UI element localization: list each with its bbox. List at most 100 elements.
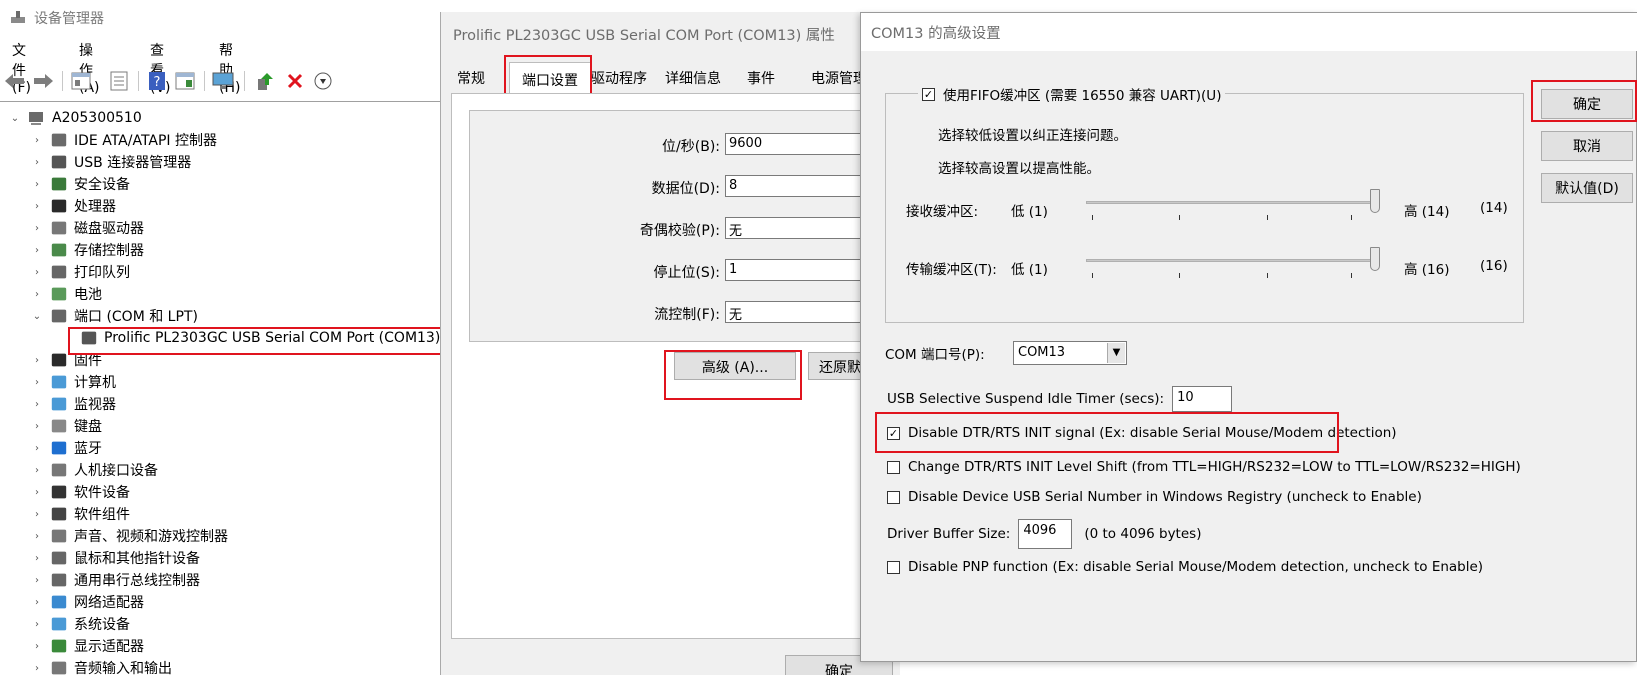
- list-icon[interactable]: [108, 70, 130, 92]
- com-port-select[interactable]: COM13 ▼: [1013, 341, 1127, 365]
- tree-category-item[interactable]: › 监视器: [30, 393, 116, 415]
- tree-category-item[interactable]: › 存储控制器: [30, 239, 144, 261]
- tree-category-item[interactable]: › 声音、视频和游戏控制器: [30, 525, 228, 547]
- option-label: Disable Device USB Serial Number in Wind…: [908, 489, 1422, 505]
- window-title: 设备管理器: [34, 11, 104, 27]
- chevron-right-icon[interactable]: ›: [30, 377, 44, 388]
- tree-category-item[interactable]: › 磁盘驱动器: [30, 217, 144, 239]
- device-category-icon: [51, 529, 67, 543]
- tree-category-item[interactable]: › 软件组件: [30, 503, 130, 525]
- defaults-button[interactable]: 默认值(D): [1541, 173, 1633, 203]
- checkbox[interactable]: [887, 560, 900, 574]
- device-category-icon: [51, 155, 67, 169]
- tree-item-label: 监视器: [74, 397, 116, 413]
- help-icon[interactable]: ?: [146, 70, 168, 92]
- tree-category-item[interactable]: › 电池: [30, 283, 102, 305]
- tree-category-item[interactable]: › 打印队列: [30, 261, 130, 283]
- monitor-icon[interactable]: [212, 70, 234, 92]
- chevron-right-icon[interactable]: ›: [30, 465, 44, 476]
- tree-category-item[interactable]: › IDE ATA/ATAPI 控制器: [30, 129, 217, 151]
- tab-driver[interactable]: 驱动程序: [591, 68, 647, 88]
- option-level-shift[interactable]: Change DTR/RTS INIT Level Shift (from TT…: [887, 459, 1521, 475]
- suspend-timer-input[interactable]: 10: [1172, 386, 1233, 412]
- tree-category-item[interactable]: › 蓝牙: [30, 437, 102, 459]
- tree-category-item[interactable]: › 显示适配器: [30, 635, 144, 657]
- chevron-right-icon[interactable]: ›: [30, 289, 44, 300]
- transmit-buffer-slider[interactable]: [1086, 247, 1390, 278]
- properties-icon[interactable]: [70, 70, 92, 92]
- slider-tick: [1267, 215, 1268, 220]
- receive-buffer-label: 接收缓冲区:: [906, 204, 979, 220]
- chevron-right-icon[interactable]: ›: [30, 597, 44, 608]
- chevron-right-icon[interactable]: ›: [30, 223, 44, 234]
- tree-root[interactable]: ⌄ A205300510: [8, 107, 142, 129]
- chevron-right-icon[interactable]: ›: [30, 509, 44, 520]
- update-driver-icon[interactable]: [254, 70, 276, 92]
- tree-category-item[interactable]: › 键盘: [30, 415, 102, 437]
- receive-low-label: 低 (1): [1011, 204, 1048, 220]
- tab-events[interactable]: 事件: [747, 68, 775, 88]
- view-icon[interactable]: [174, 70, 196, 92]
- chevron-right-icon[interactable]: ›: [30, 135, 44, 146]
- chevron-right-icon[interactable]: ›: [30, 575, 44, 586]
- highlight-box: [875, 412, 1339, 453]
- tree-category-item[interactable]: › 网络适配器: [30, 591, 144, 613]
- chevron-right-icon[interactable]: ›: [30, 179, 44, 190]
- tree-category-item[interactable]: › 通用串行总线控制器: [30, 569, 200, 591]
- chevron-down-icon[interactable]: ▼: [1107, 343, 1125, 363]
- tab-power[interactable]: 电源管理: [811, 68, 867, 88]
- tree-category-item[interactable]: › 人机接口设备: [30, 459, 158, 481]
- chevron-right-icon[interactable]: ›: [30, 443, 44, 454]
- buffer-size-input[interactable]: 4096: [1018, 519, 1073, 549]
- hint-low-text: 选择较低设置以纠正连接问题。: [938, 128, 1127, 144]
- chevron-right-icon[interactable]: ›: [30, 641, 44, 652]
- chevron-right-icon[interactable]: ›: [30, 355, 44, 366]
- tree-category-item[interactable]: › 软件设备: [30, 481, 130, 503]
- tree-category-item[interactable]: › USB 连接器管理器: [30, 151, 191, 173]
- uninstall-icon[interactable]: [284, 70, 306, 92]
- checkbox[interactable]: [887, 460, 900, 474]
- tree-category-item[interactable]: › 鼠标和其他指针设备: [30, 547, 200, 569]
- receive-buffer-slider[interactable]: [1086, 189, 1390, 220]
- fifo-checkbox-row[interactable]: ✓ 使用FIFO缓冲区 (需要 16550 兼容 UART)(U): [918, 84, 1226, 104]
- tree-category-item[interactable]: › 处理器: [30, 195, 116, 217]
- tab-details[interactable]: 详细信息: [665, 68, 721, 88]
- forward-arrow-icon[interactable]: [32, 70, 54, 92]
- chevron-right-icon[interactable]: ›: [30, 487, 44, 498]
- chevron-right-icon[interactable]: ›: [30, 267, 44, 278]
- download-icon[interactable]: [312, 70, 334, 92]
- chevron-right-icon[interactable]: ›: [30, 157, 44, 168]
- tab-general[interactable]: 常规: [457, 68, 485, 88]
- chevron-right-icon[interactable]: ›: [30, 245, 44, 256]
- tree-category-item[interactable]: › 音频输入和输出: [30, 657, 172, 675]
- chevron-right-icon[interactable]: ›: [30, 553, 44, 564]
- chevron-right-icon[interactable]: ›: [30, 399, 44, 410]
- option-disable-pnp[interactable]: Disable PNP function (Ex: disable Serial…: [887, 559, 1483, 575]
- device-category-icon: [51, 485, 67, 499]
- tree-category-item[interactable]: › 计算机: [30, 371, 116, 393]
- tree-category-item[interactable]: ⌄ 端口 (COM 和 LPT): [30, 305, 198, 327]
- cancel-button[interactable]: 取消: [1541, 131, 1633, 161]
- chevron-right-icon[interactable]: ›: [30, 663, 44, 674]
- chevron-right-icon[interactable]: ›: [30, 421, 44, 432]
- tree-category-item[interactable]: › 安全设备: [30, 173, 130, 195]
- fifo-checkbox[interactable]: ✓: [922, 87, 935, 101]
- slider-thumb[interactable]: [1370, 189, 1380, 213]
- tree-item-label: 鼠标和其他指针设备: [74, 551, 200, 567]
- chevron-right-icon[interactable]: ›: [30, 201, 44, 212]
- device-category-icon: [51, 133, 67, 147]
- chevron-right-icon[interactable]: ›: [30, 531, 44, 542]
- chevron-down-icon[interactable]: ⌄: [8, 113, 22, 124]
- back-arrow-icon[interactable]: [4, 70, 26, 92]
- tree-category-item[interactable]: › 系统设备: [30, 613, 130, 635]
- parity-label: 奇偶校验(P):: [639, 223, 720, 239]
- device-category-icon: [51, 551, 67, 565]
- tree-item-label: 系统设备: [74, 617, 130, 633]
- tree-item-label: 声音、视频和游戏控制器: [74, 529, 228, 545]
- slider-thumb[interactable]: [1370, 247, 1380, 271]
- chevron-right-icon[interactable]: ›: [30, 619, 44, 630]
- checkbox[interactable]: [887, 490, 900, 504]
- option-disable-serial-number[interactable]: Disable Device USB Serial Number in Wind…: [887, 489, 1422, 505]
- chevron-down-icon[interactable]: ⌄: [30, 311, 44, 322]
- fifo-label: 使用FIFO缓冲区 (需要 16550 兼容 UART)(U): [943, 88, 1222, 104]
